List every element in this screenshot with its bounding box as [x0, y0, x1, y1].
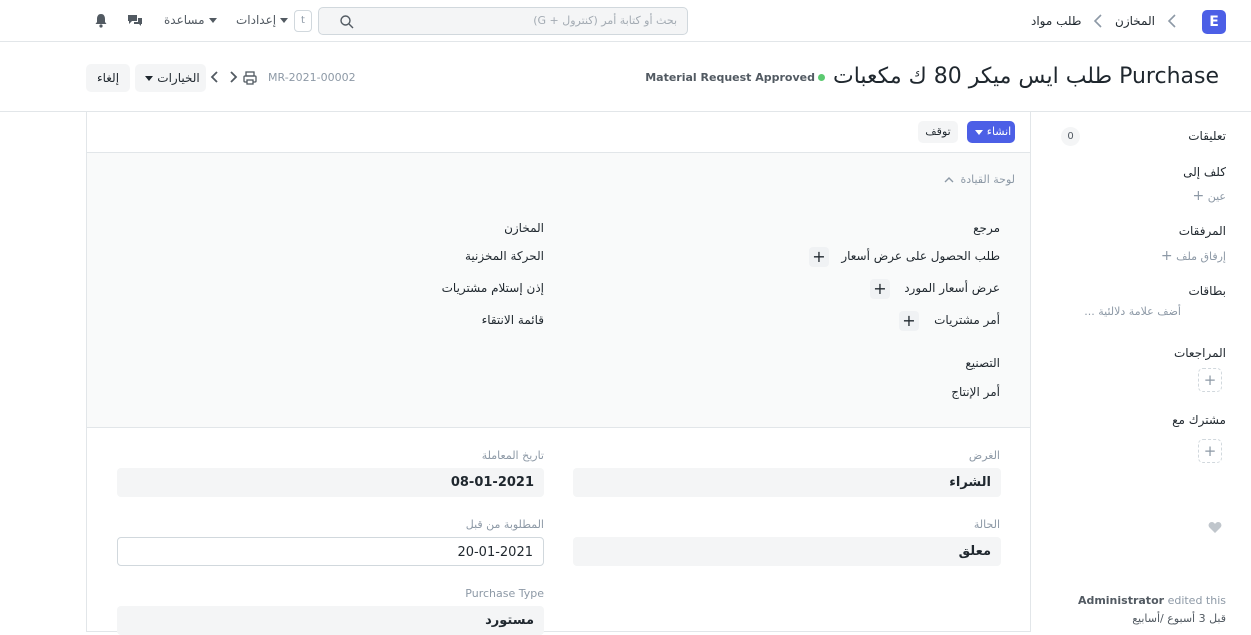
required-by-input[interactable]: 20-01-2021	[117, 537, 544, 566]
options-label: الخيارات	[157, 71, 200, 85]
dashboard-link-stock-entry[interactable]: الحركة المخزنية	[465, 249, 544, 263]
reviews-heading: المراجعات	[1173, 346, 1226, 360]
assign-to-heading: كلف إلى	[1183, 165, 1226, 179]
chevron-left-icon	[1167, 13, 1177, 29]
search-icon	[340, 15, 354, 29]
chat-icon[interactable]	[127, 13, 143, 29]
chevron-up-icon	[944, 177, 954, 183]
dashboard-link-supplier-quotation[interactable]: عرض أسعار المورد	[904, 281, 1000, 295]
required-by-label: المطلوبة من قبل	[465, 518, 544, 531]
add-supplier-quotation-button[interactable]: +	[870, 279, 890, 299]
cancel-button[interactable]: إلغاء	[86, 64, 130, 92]
purpose-field[interactable]: الشراء	[573, 468, 1001, 497]
dashboard-link-purchase-order[interactable]: أمر مشتريات	[934, 313, 1000, 327]
dashboard-link-work-order[interactable]: أمر الإنتاج	[951, 385, 1000, 399]
dashboard-heading: لوحة القيادة	[960, 173, 1015, 186]
dashboard-manufacturing-heading: التصنيع	[965, 356, 1000, 370]
page-head: Purchase طلب ايس ميكر 80 ك مكعبات Materi…	[0, 42, 1251, 112]
assign-add-label: عين	[1207, 190, 1226, 203]
activity-user[interactable]: Administrator	[1078, 594, 1164, 607]
activity-action: edited this	[1167, 594, 1226, 607]
status-badge: Material Request Approved	[645, 71, 815, 84]
breadcrumb-material-request[interactable]: طلب مواد	[1031, 14, 1081, 28]
purpose-label: الغرض	[968, 449, 1000, 462]
tags-heading: بطاقات	[1188, 284, 1226, 298]
purchase-type-field[interactable]: مستورد	[117, 606, 544, 635]
help-dropdown[interactable]: مساعدة	[164, 13, 221, 27]
caret-down-icon	[208, 18, 217, 23]
dashboard-stock-heading: المخازن	[504, 221, 544, 235]
add-rfq-button[interactable]: +	[809, 247, 829, 267]
attachments-heading: المرفقات	[1178, 224, 1226, 238]
status-field[interactable]: معلق	[573, 537, 1001, 566]
comments-heading: تعليقات	[1188, 129, 1226, 143]
form-toolbar: انشاء توقف	[87, 112, 1030, 153]
add-tag-link[interactable]: أضف علامة دلالئية ...	[1084, 305, 1181, 318]
caret-down-icon	[280, 18, 289, 23]
status-indicator-dot	[818, 74, 825, 81]
search-shortcut-key: t	[294, 10, 312, 32]
next-doc-icon[interactable]	[225, 69, 241, 85]
app-logo[interactable]: E	[1202, 10, 1226, 34]
notification-bell-icon[interactable]	[94, 13, 108, 28]
create-button[interactable]: انشاء	[967, 121, 1015, 143]
transaction-date-field[interactable]: 08-01-2021	[117, 468, 544, 497]
stop-button[interactable]: توقف	[918, 121, 958, 143]
plus-icon: +	[1192, 188, 1205, 204]
comments-count-badge: 0	[1061, 127, 1080, 146]
options-button[interactable]: الخيارات	[135, 64, 206, 92]
help-label: مساعدة	[164, 13, 205, 27]
activity-entry: Administrator edited this	[1040, 594, 1226, 607]
caret-down-icon	[145, 76, 154, 81]
add-review-button[interactable]: +	[1198, 368, 1222, 392]
form-card: انشاء توقف لوحة القيادة مرجع طلب الحصول …	[86, 112, 1031, 635]
add-purchase-order-button[interactable]: +	[899, 311, 919, 331]
assign-add-link[interactable]: عين +	[1193, 188, 1227, 204]
print-icon[interactable]	[242, 70, 258, 86]
attach-file-label: إرفاق ملف	[1176, 250, 1226, 263]
settings-label: إعدادات	[236, 13, 277, 27]
breadcrumb-stock[interactable]: المخازن	[1115, 14, 1155, 28]
dashboard-link-purchase-receipt[interactable]: إذن إستلام مشتريات	[442, 281, 544, 295]
prev-doc-icon[interactable]	[207, 69, 223, 85]
settings-dropdown[interactable]: إعدادات	[236, 13, 292, 27]
search-input[interactable]: بحث أو كتابة أمر (كنترول + G)	[318, 7, 688, 35]
dashboard-reference-heading: مرجع	[973, 221, 1000, 235]
page-title: Purchase طلب ايس ميكر 80 ك مكعبات	[833, 64, 1219, 89]
heart-icon[interactable]	[1208, 521, 1222, 534]
dashboard-link-rfq[interactable]: طلب الحصول على عرض أسعار	[841, 249, 1000, 263]
chevron-left-icon	[1093, 13, 1103, 29]
navbar: E المخازن طلب مواد بحث أو كتابة أمر (كنت…	[0, 0, 1251, 42]
dashboard-toggle[interactable]: لوحة القيادة	[944, 173, 1015, 186]
document-name: MR-2021-00002	[268, 71, 356, 84]
create-label: انشاء	[986, 125, 1012, 138]
transaction-date-label: تاريخ المعاملة	[481, 449, 544, 462]
dashboard-link-pick-list[interactable]: قائمة الانتقاء	[482, 313, 544, 327]
activity-time: قبل 3 أسبوع /أسابيع	[1132, 612, 1226, 625]
caret-down-icon	[974, 129, 983, 135]
dashboard-section: لوحة القيادة مرجع طلب الحصول على عرض أسع…	[87, 153, 1030, 428]
plus-icon: +	[1160, 248, 1173, 264]
search-placeholder: بحث أو كتابة أمر (كنترول + G)	[533, 14, 677, 27]
shared-with-heading: مشترك مع	[1172, 413, 1226, 427]
purchase-type-label: Purchase Type	[465, 587, 544, 600]
status-label: الحالة	[973, 518, 1000, 531]
add-share-button[interactable]: +	[1198, 439, 1222, 463]
attach-file-link[interactable]: إرفاق ملف +	[1161, 248, 1226, 264]
